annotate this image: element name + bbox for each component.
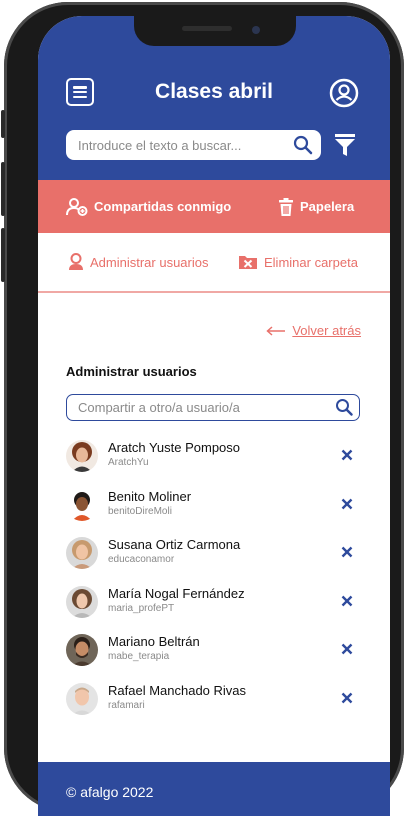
close-icon (341, 692, 353, 703)
avatar (66, 634, 98, 666)
user-row: María Nogal Fernández maria_profePT (66, 584, 360, 633)
user-name: Aratch Yuste Pomposo (108, 440, 241, 455)
manage-users-button[interactable]: Administrar usuarios (68, 233, 209, 291)
user-row: Mariano Beltrán mabe_terapia (66, 632, 360, 681)
user-name: Benito Moliner (108, 488, 192, 504)
trash-icon (279, 197, 293, 216)
back-link[interactable]: Volver atrás (266, 323, 361, 338)
shared-users-list: Aratch Yuste Pomposo AratchYu Benito Mol… (66, 438, 360, 729)
avatar (66, 440, 98, 472)
trash-label: Papelera (300, 199, 355, 214)
folder-actions: Administrar usuarios Eliminar carpeta (38, 233, 390, 293)
shared-with-me-label: Compartidas conmigo (94, 199, 232, 214)
user-handle: AratchYu (108, 457, 149, 468)
search-input[interactable] (78, 130, 288, 160)
remove-user-button[interactable] (340, 448, 354, 462)
search-icon (293, 135, 313, 155)
share-user-box (66, 394, 360, 421)
trash-tab[interactable]: Papelera (278, 180, 354, 233)
close-icon (341, 546, 353, 558)
search-icon (336, 399, 353, 416)
remove-user-button[interactable] (340, 497, 354, 511)
remove-user-button[interactable] (340, 594, 354, 608)
remove-user-button[interactable] (340, 691, 354, 705)
filter-button[interactable] (334, 133, 356, 157)
notch (134, 16, 296, 46)
manage-users-title: Administrar usuarios (66, 364, 197, 379)
avatar (66, 682, 98, 715)
remove-user-button[interactable] (340, 642, 354, 656)
user-row: Benito Moliner benitoDireMoli (66, 487, 360, 536)
volume-up-button (1, 162, 5, 216)
user-handle: mabe_terapia (108, 651, 170, 662)
close-icon (341, 643, 353, 655)
delete-folder-icon (239, 256, 257, 269)
app-footer: © afalgo 2022 (38, 762, 390, 816)
close-icon (341, 595, 353, 606)
share-search-button[interactable] (335, 398, 353, 416)
delete-folder-button[interactable]: Eliminar carpeta (238, 233, 358, 291)
user-handle: educaconamor (108, 554, 175, 565)
user-circle-icon (329, 78, 359, 108)
user-row: Rafael Manchado Rivas rafamari (66, 681, 360, 730)
footer-copyright: © afalgo 2022 (66, 784, 154, 800)
user-row: Aratch Yuste Pomposo AratchYu (66, 438, 360, 487)
speaker (182, 26, 232, 31)
avatar (66, 585, 98, 618)
share-user-input[interactable] (78, 395, 328, 419)
search-box (66, 130, 321, 160)
close-icon (341, 498, 353, 509)
user-handle: benitoDireMoli (108, 505, 172, 517)
profile-button[interactable] (329, 78, 359, 108)
user-handle: maria_profePT (108, 602, 175, 614)
folder-tabs-bar: Compartidas conmigo Papelera (38, 180, 390, 233)
user-name: Rafael Manchado Rivas (108, 682, 247, 698)
app-screen: Clases abril Introduce el texto a buscar… (38, 16, 390, 816)
filter-icon (335, 134, 355, 156)
user-name: Mariano Beltrán (108, 634, 200, 649)
user-icon (69, 253, 83, 270)
user-row: Susana Ortiz Carmona educaconamor (66, 535, 360, 584)
user-name: María Nogal Fernández (108, 585, 245, 601)
arrow-left-icon (266, 325, 286, 336)
avatar (66, 537, 98, 569)
user-name: Susana Ortiz Carmona (108, 537, 241, 552)
delete-folder-label: Eliminar carpeta (264, 254, 358, 270)
back-label: Volver atrás (292, 323, 361, 338)
mute-switch (1, 110, 5, 138)
search-button[interactable] (293, 135, 313, 155)
shared-with-me-tab[interactable]: Compartidas conmigo (66, 180, 231, 233)
close-icon (341, 449, 353, 461)
volume-down-button (1, 228, 5, 282)
users-shared-icon (66, 197, 88, 216)
front-camera (252, 26, 260, 34)
remove-user-button[interactable] (340, 545, 354, 559)
avatar (66, 488, 98, 521)
user-handle: rafamari (108, 699, 145, 711)
manage-users-label: Administrar usuarios (90, 254, 209, 270)
